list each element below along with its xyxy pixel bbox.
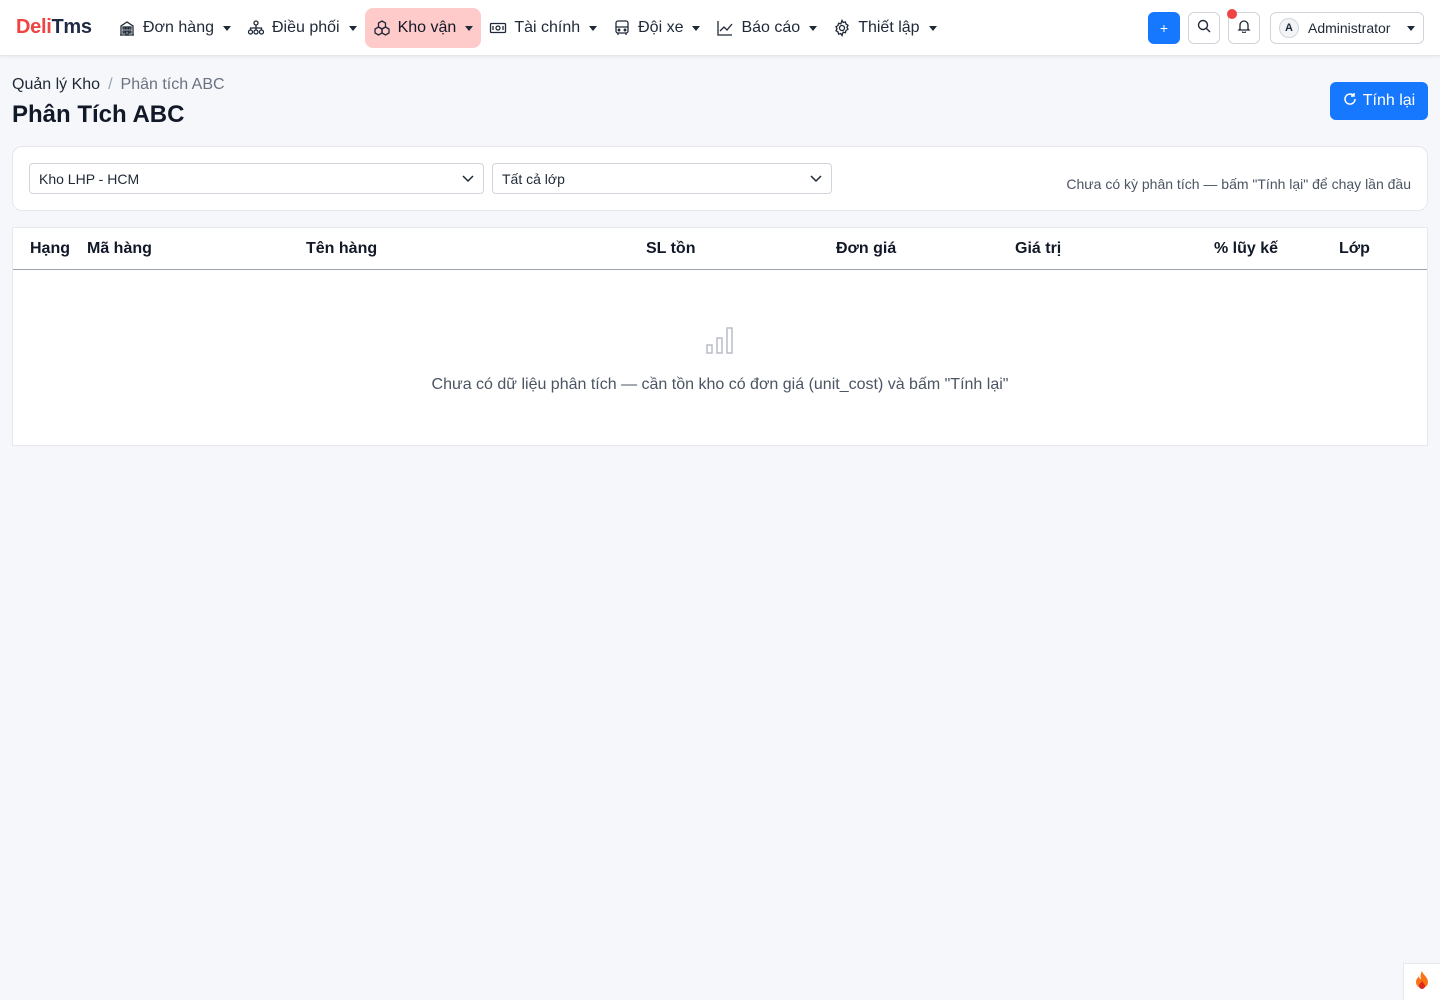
- bar-chart-icon: [705, 326, 735, 361]
- brand-part-2: Tms: [51, 16, 92, 38]
- menu-item-dispatch[interactable]: Điều phối: [239, 8, 365, 48]
- refresh-icon: [1343, 92, 1357, 111]
- menu-item-reports[interactable]: Báo cáo: [708, 8, 825, 48]
- breadcrumb: Quản lý Kho / Phân tích ABC: [12, 76, 225, 94]
- column-header-unit-price[interactable]: Đơn giá: [836, 240, 896, 258]
- menu-item-settings[interactable]: Thiết lập: [825, 8, 944, 48]
- caret-down-icon: [692, 25, 701, 31]
- filter-card: Kho LHP - HCM Tất cả lớp Chưa có kỳ phân…: [12, 146, 1428, 211]
- column-header-cumulative-percent[interactable]: % lũy kế: [1214, 240, 1278, 258]
- abc-table: Hạng Mã hàng Tên hàng SL tồn Đơn giá Giá…: [12, 227, 1428, 446]
- column-header-quantity[interactable]: SL tồn: [646, 240, 695, 258]
- caret-down-icon: [222, 25, 231, 31]
- analysis-period-note: Chưa có kỳ phân tích — bấm "Tính lại" để…: [1066, 176, 1411, 192]
- breadcrumb-separator: /: [108, 76, 113, 93]
- menu-label-dispatch: Điều phối: [271, 19, 340, 36]
- menu-label-orders: Đơn hàng: [143, 19, 214, 36]
- menu-item-finance[interactable]: Tài chính: [481, 8, 605, 48]
- page-title: Phân Tích ABC: [12, 101, 185, 128]
- caret-down-icon: [465, 25, 474, 31]
- cash-icon: [489, 19, 507, 37]
- top-navbar: DeliTms Đơn hàng Điều phối Kho vận Tài c…: [0, 0, 1440, 56]
- column-header-rank[interactable]: Hạng: [30, 240, 70, 258]
- chart-line-icon: [716, 19, 734, 37]
- menu-label-fleet: Đội xe: [638, 19, 684, 36]
- caret-down-icon: [1407, 25, 1415, 31]
- caret-down-icon: [589, 25, 598, 31]
- user-menu-button[interactable]: A Administrator: [1270, 12, 1424, 44]
- gear-icon: [833, 19, 851, 37]
- building-icon: [118, 19, 136, 37]
- brand-part-1: Deli: [16, 16, 52, 38]
- boxes-icon: [373, 19, 391, 37]
- chevron-down-icon: [810, 174, 822, 183]
- flame-icon: [1413, 970, 1431, 995]
- breadcrumb-current: Phân tích ABC: [120, 76, 225, 93]
- empty-state-text: Chưa có dữ liệu phân tích — cần tồn kho …: [431, 376, 1009, 393]
- caret-down-icon: [348, 25, 357, 31]
- menu-item-warehouse[interactable]: Kho vận: [364, 8, 482, 48]
- recalculate-button[interactable]: Tính lại: [1330, 82, 1428, 120]
- search-icon: [1197, 19, 1211, 38]
- main-menu: Đơn hàng Điều phối Kho vận Tài chính Đội…: [110, 8, 945, 48]
- chevron-down-icon: [462, 174, 474, 183]
- notifications-button[interactable]: [1227, 9, 1260, 44]
- caret-down-icon: [928, 25, 937, 31]
- class-select[interactable]: Tất cả lớp: [492, 163, 832, 194]
- warehouse-select[interactable]: Kho LHP - HCM: [29, 163, 484, 194]
- bell-icon: [1237, 19, 1251, 38]
- column-header-class[interactable]: Lớp: [1339, 240, 1370, 258]
- notification-dot: [1227, 9, 1237, 19]
- user-name: Administrator: [1308, 20, 1391, 36]
- warehouse-select-value: Kho LHP - HCM: [39, 170, 140, 187]
- hierarchy-icon: [247, 19, 265, 37]
- bus-icon: [613, 19, 631, 37]
- menu-label-reports: Báo cáo: [741, 19, 801, 36]
- class-select-value: Tất cả lớp: [502, 170, 565, 187]
- menu-label-warehouse: Kho vận: [397, 19, 457, 36]
- caret-down-icon: [809, 25, 818, 31]
- menu-item-orders[interactable]: Đơn hàng: [110, 8, 239, 48]
- devtools-button[interactable]: [1403, 963, 1440, 1000]
- brand-logo[interactable]: DeliTms: [16, 16, 92, 39]
- avatar: A: [1279, 18, 1299, 38]
- plus-icon: +: [1159, 20, 1169, 36]
- menu-item-fleet[interactable]: Đội xe: [605, 8, 708, 48]
- column-header-sku[interactable]: Mã hàng: [87, 240, 152, 258]
- breadcrumb-parent[interactable]: Quản lý Kho: [12, 76, 100, 94]
- menu-label-settings: Thiết lập: [858, 19, 920, 36]
- search-button[interactable]: [1188, 12, 1220, 44]
- menu-label-finance: Tài chính: [514, 19, 581, 36]
- column-header-name[interactable]: Tên hàng: [306, 240, 377, 258]
- column-header-value[interactable]: Giá trị: [1015, 240, 1061, 258]
- recalculate-label: Tính lại: [1362, 92, 1416, 109]
- add-button[interactable]: +: [1148, 12, 1180, 44]
- nav-right-actions: + A Administrator: [1148, 9, 1424, 44]
- table-header: Hạng Mã hàng Tên hàng SL tồn Đơn giá Giá…: [13, 228, 1427, 270]
